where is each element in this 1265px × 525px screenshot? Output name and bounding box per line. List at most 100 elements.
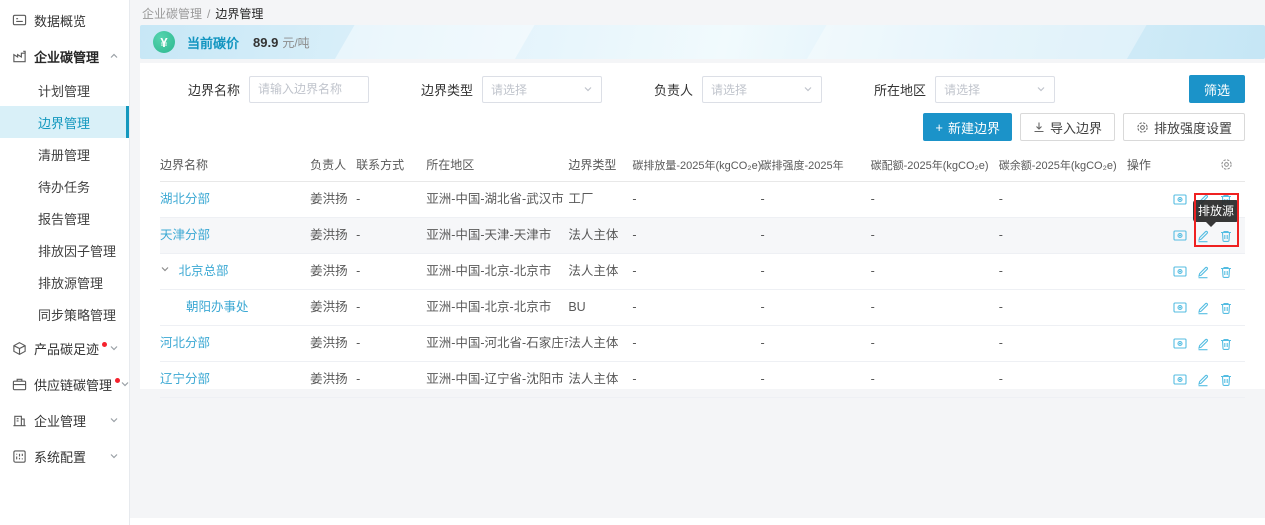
chevron-down-icon — [803, 84, 813, 94]
table-row: 河北分部 姜洪扬 - 亚洲-中国-河北省-石家庄市 法人主体 - - - - — [160, 326, 1245, 362]
header-quota: 碳配额-2025年(kgCO₂e) — [871, 150, 999, 182]
header-boundary-type: 边界类型 — [568, 150, 632, 182]
boundary-link[interactable]: 北京总部 — [178, 264, 228, 278]
cell-owner: 姜洪扬 — [310, 362, 356, 398]
owner-label: 负责人 — [654, 80, 693, 99]
notification-dot — [102, 342, 107, 347]
boundary-link[interactable]: 天津分部 — [160, 228, 210, 242]
cell-region: 亚洲-中国-湖北省-武汉市 — [426, 182, 568, 218]
boundary-type-label: 边界类型 — [421, 80, 473, 99]
sidebar-item-boundary-management[interactable]: 边界管理 — [0, 106, 129, 138]
cell-balance: - — [999, 362, 1127, 398]
sidebar-item-emission-factor-management[interactable]: 排放因子管理 — [0, 234, 129, 266]
column-settings-icon[interactable] — [1220, 158, 1233, 171]
cell-balance: - — [999, 182, 1127, 218]
boundary-name-label: 边界名称 — [188, 80, 240, 99]
header-contact: 联系方式 — [356, 150, 426, 182]
import-boundary-button[interactable]: 导入边界 — [1020, 113, 1115, 141]
cell-emission: - — [632, 290, 760, 326]
carbon-price-unit: 元/吨 — [282, 34, 309, 51]
cell-balance: - — [999, 326, 1127, 362]
edit-button[interactable] — [1196, 265, 1210, 279]
edit-button[interactable] — [1196, 337, 1210, 351]
filter-boundary-type: 边界类型 请选择 — [421, 76, 602, 103]
sidebar-item-report-management[interactable]: 报告管理 — [0, 202, 129, 234]
sidebar-item-carbon-management[interactable]: 企业碳管理 — [0, 38, 129, 74]
delete-button[interactable] — [1219, 229, 1233, 243]
view-emission-source-button[interactable] — [1173, 373, 1187, 387]
boundary-type-select[interactable]: 请选择 — [482, 76, 602, 103]
cell-contact: - — [356, 218, 426, 254]
boundary-name-input[interactable] — [249, 76, 369, 103]
sidebar-item-product-footprint[interactable]: 产品碳足迹 — [0, 330, 129, 366]
region-label: 所在地区 — [874, 80, 926, 99]
breadcrumb-current: 边界管理 — [215, 7, 263, 21]
factory-icon — [12, 49, 27, 64]
cell-type: BU — [568, 290, 632, 326]
create-boundary-button[interactable]: + 新建边界 — [923, 113, 1012, 141]
delete-button[interactable] — [1219, 373, 1233, 387]
boundary-link[interactable]: 辽宁分部 — [160, 372, 210, 386]
dashboard-icon — [12, 13, 27, 28]
cell-quota: - — [871, 290, 999, 326]
cell-emission: - — [632, 254, 760, 290]
delete-button[interactable] — [1219, 337, 1233, 351]
cell-region: 亚洲-中国-北京-北京市 — [426, 254, 568, 290]
sidebar-item-system-config[interactable]: 系统配置 — [0, 438, 129, 474]
cell-owner: 姜洪扬 — [310, 218, 356, 254]
briefcase-icon — [12, 377, 27, 392]
header-balance: 碳余额-2025年(kgCO₂e) — [999, 150, 1127, 182]
view-emission-source-button[interactable] — [1173, 301, 1187, 315]
boundary-link[interactable]: 朝阳办事处 — [186, 300, 249, 314]
carbon-price-banner: ¥ 当前碳价 89.9 元/吨 — [140, 25, 1265, 59]
yuan-icon: ¥ — [153, 31, 175, 53]
delete-button[interactable] — [1219, 301, 1233, 315]
header-boundary-name: 边界名称 — [160, 150, 310, 182]
sidebar-item-emission-source-management[interactable]: 排放源管理 — [0, 266, 129, 298]
cell-balance: - — [999, 218, 1127, 254]
owner-select[interactable]: 请选择 — [702, 76, 822, 103]
header-region: 所在地区 — [426, 150, 568, 182]
filter-submit-button[interactable]: 筛选 — [1189, 75, 1245, 103]
view-emission-source-button[interactable] — [1173, 229, 1187, 243]
carbon-price-label: 当前碳价 — [187, 33, 239, 52]
sidebar-item-enterprise-management[interactable]: 企业管理 — [0, 402, 129, 438]
sidebar-item-data-overview[interactable]: 数据概览 — [0, 2, 129, 38]
boundary-link[interactable]: 河北分部 — [160, 336, 210, 350]
cell-type: 法人主体 — [568, 254, 632, 290]
sidebar-item-supply-chain-carbon[interactable]: 供应链碳管理 — [0, 366, 129, 402]
cell-owner: 姜洪扬 — [310, 326, 356, 362]
view-emission-source-button[interactable] — [1173, 337, 1187, 351]
carbon-price-value: 89.9 — [253, 35, 278, 50]
region-select[interactable]: 请选择 — [935, 76, 1055, 103]
emission-intensity-settings-button[interactable]: 排放强度设置 — [1123, 113, 1245, 141]
breadcrumb-parent[interactable]: 企业碳管理 — [142, 7, 202, 21]
edit-button[interactable] — [1196, 373, 1210, 387]
main-content: 企业碳管理/边界管理 ¥ 当前碳价 89.9 元/吨 边界名称 边界类型 请选择 — [130, 0, 1265, 525]
cell-contact: - — [356, 362, 426, 398]
cell-contact: - — [356, 182, 426, 218]
cell-type: 法人主体 — [568, 326, 632, 362]
view-emission-source-button[interactable] — [1173, 193, 1187, 207]
boundary-link[interactable]: 湖北分部 — [160, 192, 210, 206]
cell-contact: - — [356, 326, 426, 362]
boundary-card: 边界名称 边界类型 请选择 负责人 请选择 — [140, 63, 1265, 389]
chevron-up-icon — [109, 51, 119, 61]
delete-button[interactable] — [1219, 265, 1233, 279]
view-emission-source-button[interactable] — [1173, 265, 1187, 279]
cell-owner: 姜洪扬 — [310, 182, 356, 218]
emission-source-tooltip: 排放源 — [1193, 200, 1239, 222]
cell-contact: - — [356, 254, 426, 290]
expand-caret-icon[interactable] — [160, 264, 170, 274]
sidebar-item-label: 系统配置 — [34, 447, 86, 466]
sidebar-item-sync-strategy-management[interactable]: 同步策略管理 — [0, 298, 129, 330]
sidebar-item-todo-tasks[interactable]: 待办任务 — [0, 170, 129, 202]
owner-placeholder: 请选择 — [711, 81, 747, 98]
cell-contact: - — [356, 290, 426, 326]
sidebar-item-plan-management[interactable]: 计划管理 — [0, 74, 129, 106]
cell-intensity: - — [761, 254, 871, 290]
cell-intensity: - — [761, 218, 871, 254]
edit-button[interactable] — [1196, 301, 1210, 315]
sidebar-item-inventory-management[interactable]: 清册管理 — [0, 138, 129, 170]
cell-type: 法人主体 — [568, 218, 632, 254]
